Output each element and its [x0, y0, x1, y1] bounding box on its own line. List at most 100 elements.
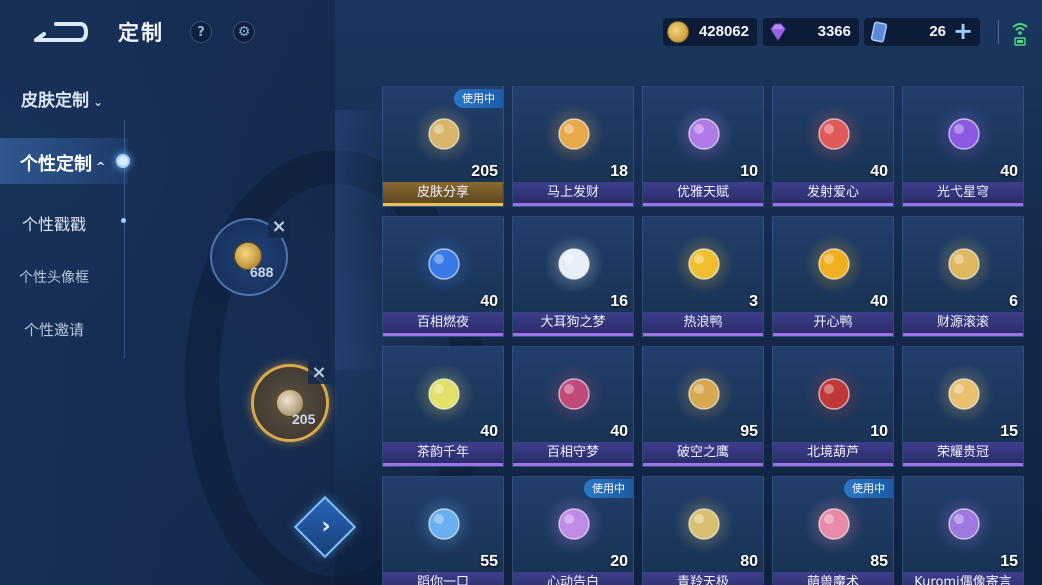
item-art-icon [558, 508, 590, 540]
item-name: 财源滚滚 [903, 312, 1023, 336]
nav-item-poke[interactable]: 个性戳戳 [22, 211, 86, 235]
item-count: 40 [610, 423, 628, 440]
item-count: 16 [610, 293, 628, 310]
item-name: 蹈你一口 [383, 572, 503, 585]
help-icon[interactable]: ? [190, 21, 212, 43]
item-grid: 205 皮肤分享 使用中 18 马上发财 10 优雅天赋 40 发射爱心 40 光弋星穹 40 百相燃夜… [382, 86, 1032, 585]
item-art-icon [948, 248, 980, 280]
category-label: 皮肤定制 [21, 91, 89, 111]
item-count: 15 [1000, 553, 1018, 570]
item-count: 40 [1000, 163, 1018, 180]
item-art-icon [428, 378, 460, 410]
item-name: 破空之鹰 [643, 442, 763, 466]
chevron-right-icon: › [321, 514, 331, 539]
item-card[interactable]: 3 热浪鸭 [642, 216, 764, 337]
item-count: 15 [1000, 423, 1018, 440]
item-name: 马上发财 [513, 182, 633, 206]
item-art-icon [948, 118, 980, 150]
item-name: 光弋星穹 [903, 182, 1023, 206]
nav-item-invite[interactable]: 个性邀请 [24, 319, 84, 340]
add-ticket-button[interactable]: + [952, 19, 974, 44]
item-card[interactable]: 40 发射爱心 [772, 86, 894, 207]
item-art-icon [818, 378, 850, 410]
gold-amount: 428062 [698, 23, 749, 40]
item-art-icon [948, 508, 980, 540]
item-card[interactable]: 20 心动告白 使用中 [512, 476, 634, 585]
item-count: 80 [740, 553, 758, 570]
ticket-amount: 26 [929, 23, 946, 40]
diamond-icon [770, 23, 786, 41]
item-count: 20 [610, 553, 628, 570]
nav-item-personal-custom[interactable]: 个性定制 ^ [0, 138, 128, 184]
chevron-down-icon: ⌄ [93, 95, 104, 109]
item-card[interactable]: 55 蹈你一口 [382, 476, 504, 585]
gold-currency: 428062 [663, 18, 757, 46]
diamond-currency: 3366 [763, 18, 859, 46]
in-use-badge: 使用中 [584, 479, 633, 498]
item-card[interactable]: 95 破空之鹰 [642, 346, 764, 467]
item-name: 开心鸭 [773, 312, 893, 336]
item-name: 北境葫芦 [773, 442, 893, 466]
item-card[interactable]: 40 开心鸭 [772, 216, 894, 337]
item-art-icon [428, 118, 460, 150]
item-card[interactable]: 85 萌兽魔术 使用中 [772, 476, 894, 585]
item-card[interactable]: 15 Kuromi偶像寄言 [902, 476, 1024, 585]
item-card[interactable]: 6 财源滚滚 [902, 216, 1024, 337]
item-card[interactable]: 80 青羚天极 [642, 476, 764, 585]
item-card[interactable]: 40 茶韵千年 [382, 346, 504, 467]
item-name: 皮肤分享 [383, 182, 503, 206]
item-card[interactable]: 16 大耳狗之梦 [512, 216, 634, 337]
item-art-icon [818, 508, 850, 540]
item-count: 95 [740, 423, 758, 440]
item-name: 发射爱心 [773, 182, 893, 206]
remove-slot-2-button[interactable]: × [308, 362, 330, 384]
item-art-icon [818, 118, 850, 150]
item-art-icon [688, 118, 720, 150]
item-art-icon [948, 378, 980, 410]
nav-item-avatar-frame[interactable]: 个性头像框 [19, 267, 89, 287]
item-art-icon [688, 508, 720, 540]
chevron-up-icon: ^ [96, 160, 106, 173]
item-count: 18 [610, 163, 628, 180]
item-count: 40 [870, 163, 888, 180]
item-count: 85 [870, 553, 888, 570]
in-use-badge: 使用中 [454, 89, 503, 108]
item-art-icon [558, 118, 590, 150]
item-card[interactable]: 205 皮肤分享 使用中 [382, 86, 504, 207]
item-name: 热浪鸭 [643, 312, 763, 336]
item-name: 萌兽魔术 [773, 572, 893, 585]
category-dropdown[interactable]: 皮肤定制 ⌄ [21, 86, 103, 111]
item-name: 青羚天极 [643, 572, 763, 585]
item-card[interactable]: 15 荣耀贵冠 [902, 346, 1024, 467]
item-name: 茶韵千年 [383, 442, 503, 466]
item-card[interactable]: 18 马上发财 [512, 86, 634, 207]
item-card[interactable]: 40 百相燃夜 [382, 216, 504, 337]
item-name: Kuromi偶像寄言 [903, 572, 1023, 585]
item-count: 10 [740, 163, 758, 180]
remove-slot-1-button[interactable]: × [268, 216, 290, 238]
item-card[interactable]: 40 百相守梦 [512, 346, 634, 467]
item-art-icon [558, 248, 590, 280]
item-name: 心动告白 [513, 572, 633, 585]
item-name: 优雅天赋 [643, 182, 763, 206]
item-name: 百相燃夜 [383, 312, 503, 336]
item-card[interactable]: 40 光弋星穹 [902, 86, 1024, 207]
page-title: 定制 [118, 21, 164, 45]
item-art-icon [688, 378, 720, 410]
item-art-icon [818, 248, 850, 280]
header-divider [998, 20, 999, 44]
back-icon[interactable] [30, 18, 88, 46]
ticket-icon [870, 21, 888, 43]
item-card[interactable]: 10 优雅天赋 [642, 86, 764, 207]
item-art-icon [688, 248, 720, 280]
wifi-battery-icon [1012, 23, 1028, 46]
settings-icon[interactable]: ⚙ [233, 21, 255, 43]
gold-coin-icon [667, 21, 689, 43]
item-card[interactable]: 10 北境葫芦 [772, 346, 894, 467]
item-count: 55 [480, 553, 498, 570]
diamond-amount: 3366 [817, 23, 851, 40]
panel-edge-decoration [335, 110, 385, 370]
item-count: 205 [471, 163, 498, 180]
slot-count: 205 [292, 411, 316, 427]
item-art-icon [428, 248, 460, 280]
